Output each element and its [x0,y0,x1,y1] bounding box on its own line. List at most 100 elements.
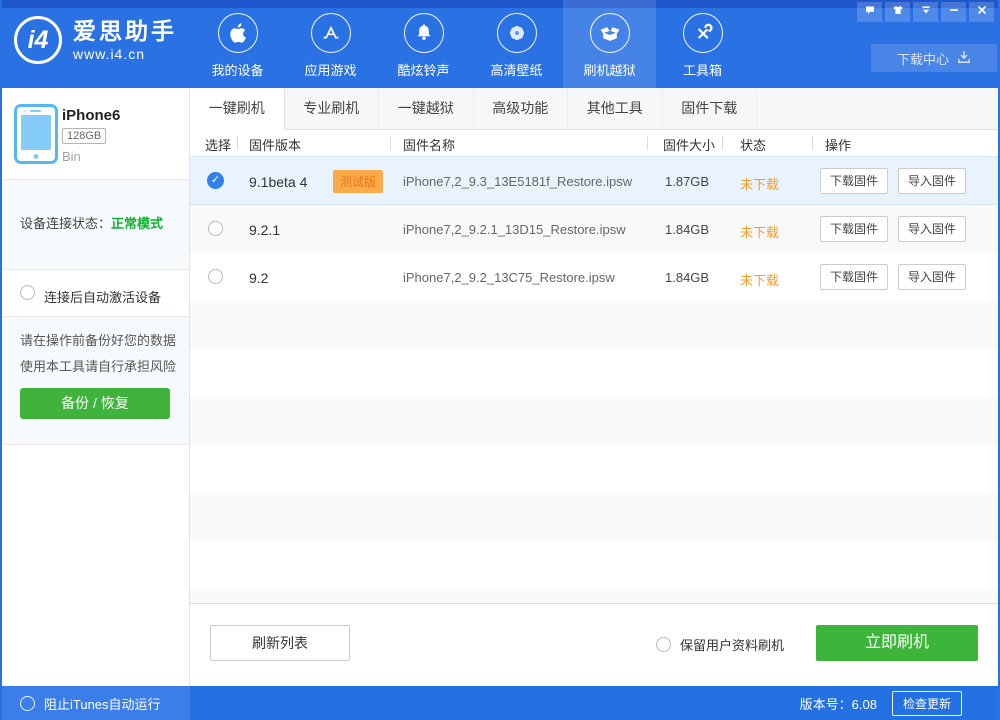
collapse-icon [920,3,932,21]
empty-rows [190,301,1000,604]
tools-icon [683,13,723,53]
import-firmware-button[interactable]: 导入固件 [898,264,966,290]
col-status: 状态 [740,135,766,154]
column-divider [722,136,723,150]
nav-item-toolbox[interactable]: 工具箱 [656,0,749,88]
close-icon [976,3,988,21]
backup-warning-section: 请在操作前备份好您的数据 使用本工具请自行承担风险 备份 / 恢复 [0,317,189,445]
close-button[interactable] [969,2,994,22]
flash-now-button[interactable]: 立即刷机 [816,625,978,661]
statusbar-left: 阻止iTunes自动运行 [0,686,190,720]
import-firmware-button[interactable]: 导入固件 [898,216,966,242]
nav-item-ringtones[interactable]: 酷炫铃声 [377,0,470,88]
block-itunes-label: 阻止iTunes自动运行 [44,694,161,713]
column-divider [647,136,648,150]
warning-line-1: 请在操作前备份好您的数据 [20,330,176,349]
collapse-button[interactable] [913,2,938,22]
logo-i4-icon: i4 [14,16,62,64]
bell-icon [404,13,444,53]
header: i4 爱思助手 www.i4.cn 我的设备 应用游戏 [0,0,1000,88]
check-update-button[interactable]: 检查更新 [892,691,962,716]
firmware-row[interactable]: 9.2 iPhone7,2_9.2_13C75_Restore.ipsw 1.8… [190,253,1000,301]
tab-other-tools[interactable]: 其他工具 [568,88,663,129]
main-nav: 我的设备 应用游戏 酷炫铃声 高清壁纸 [191,0,749,88]
tab-firmware-download[interactable]: 固件下载 [663,88,758,129]
connection-status-section: 设备连接状态：正常模式 [0,179,189,270]
tab-advanced-features[interactable]: 高级功能 [474,88,569,129]
firmware-filename: iPhone7,2_9.2.1_13D15_Restore.ipsw [403,222,626,237]
beta-badge: 测试版 [333,170,383,193]
column-divider [390,136,391,150]
appstore-icon [311,13,351,53]
auto-activate-label: 连接后自动激活设备 [44,287,161,306]
window-controls [857,2,994,22]
firmware-filename: iPhone7,2_9.3_13E5181f_Restore.ipsw [403,174,632,189]
firmware-row[interactable]: 9.2.1 iPhone7,2_9.2.1_13D15_Restore.ipsw… [190,205,1000,253]
nav-label: 工具箱 [656,60,749,79]
apple-icon [218,13,258,53]
app-window: i4 爱思助手 www.i4.cn 我的设备 应用游戏 [0,0,1000,720]
tab-one-click-jailbreak[interactable]: 一键越狱 [379,88,474,129]
firmware-version: 9.2.1 [249,222,280,238]
backup-restore-button[interactable]: 备份 / 恢复 [20,388,170,419]
iphone-device-icon [14,104,58,164]
row-radio[interactable] [208,221,223,236]
import-firmware-button[interactable]: 导入固件 [898,168,966,194]
auto-activate-radio[interactable] [20,285,35,300]
action-bar: 刷新列表 保留用户资料刷机 立即刷机 [190,604,1000,686]
download-center-label: 下载中心 [897,49,949,68]
app-title: 爱思助手 [73,18,177,44]
col-name: 固件名称 [403,135,455,154]
firmware-version: 9.1beta 4 [249,174,307,190]
col-version: 固件版本 [249,135,301,154]
flower-icon [497,13,537,53]
theme-button[interactable] [885,2,910,22]
firmware-status: 未下载 [740,222,779,241]
column-divider [237,136,238,150]
download-firmware-button[interactable]: 下载固件 [820,216,888,242]
nav-label: 刷机越狱 [563,60,656,79]
nav-item-wallpapers[interactable]: 高清壁纸 [470,0,563,88]
keep-user-data-option: 保留用户资料刷机 [656,629,784,659]
block-itunes-radio[interactable] [20,696,35,711]
col-actions: 操作 [825,135,851,154]
download-firmware-button[interactable]: 下载固件 [820,168,888,194]
nav-item-my-devices[interactable]: 我的设备 [191,0,284,88]
warning-line-2: 使用本工具请自行承担风险 [20,356,176,375]
refresh-list-button[interactable]: 刷新列表 [210,625,350,661]
tab-pro-flash[interactable]: 专业刷机 [285,88,380,129]
download-firmware-button[interactable]: 下载固件 [820,264,888,290]
feedback-button[interactable] [857,2,882,22]
version-label: 版本号：6.08 [800,694,877,713]
openbox-icon [590,13,630,53]
col-size: 固件大小 [663,135,715,154]
firmware-size: 1.87GB [665,174,709,189]
minimize-button[interactable] [941,2,966,22]
nav-item-apps-games[interactable]: 应用游戏 [284,0,377,88]
connection-status: 设备连接状态：正常模式 [20,213,163,232]
firmware-status: 未下载 [740,174,779,193]
row-radio[interactable] [208,269,223,284]
row-radio-selected[interactable]: ✓ [207,172,224,189]
window-border-left [0,0,2,720]
col-select: 选择 [205,135,231,154]
nav-label: 酷炫铃声 [377,60,470,79]
tab-one-click-flash[interactable]: 一键刷机 [190,88,285,129]
firmware-status: 未下载 [740,270,779,289]
app-logo: i4 爱思助手 www.i4.cn [14,16,177,64]
app-url: www.i4.cn [73,46,177,62]
connection-mode-value: 正常模式 [111,216,163,231]
device-name: iPhone6 [62,107,120,124]
firmware-size: 1.84GB [665,270,709,285]
table-header: 选择 固件版本 固件名称 固件大小 状态 操作 [190,130,1000,156]
shirt-icon [892,3,904,21]
nav-item-flash-jailbreak[interactable]: 刷机越狱 [563,0,656,88]
device-owner: Bin [62,149,81,164]
firmware-row[interactable]: ✓ 9.1beta 4 测试版 iPhone7,2_9.3_13E5181f_R… [190,156,1000,205]
download-center-button[interactable]: 下载中心 [871,44,997,72]
keep-user-data-radio[interactable] [656,637,671,652]
nav-label: 高清壁纸 [470,60,563,79]
firmware-filename: iPhone7,2_9.2_13C75_Restore.ipsw [403,270,615,285]
download-icon [957,50,971,67]
flash-tabs: 一键刷机 专业刷机 一键越狱 高级功能 其他工具 固件下载 [190,88,1000,130]
